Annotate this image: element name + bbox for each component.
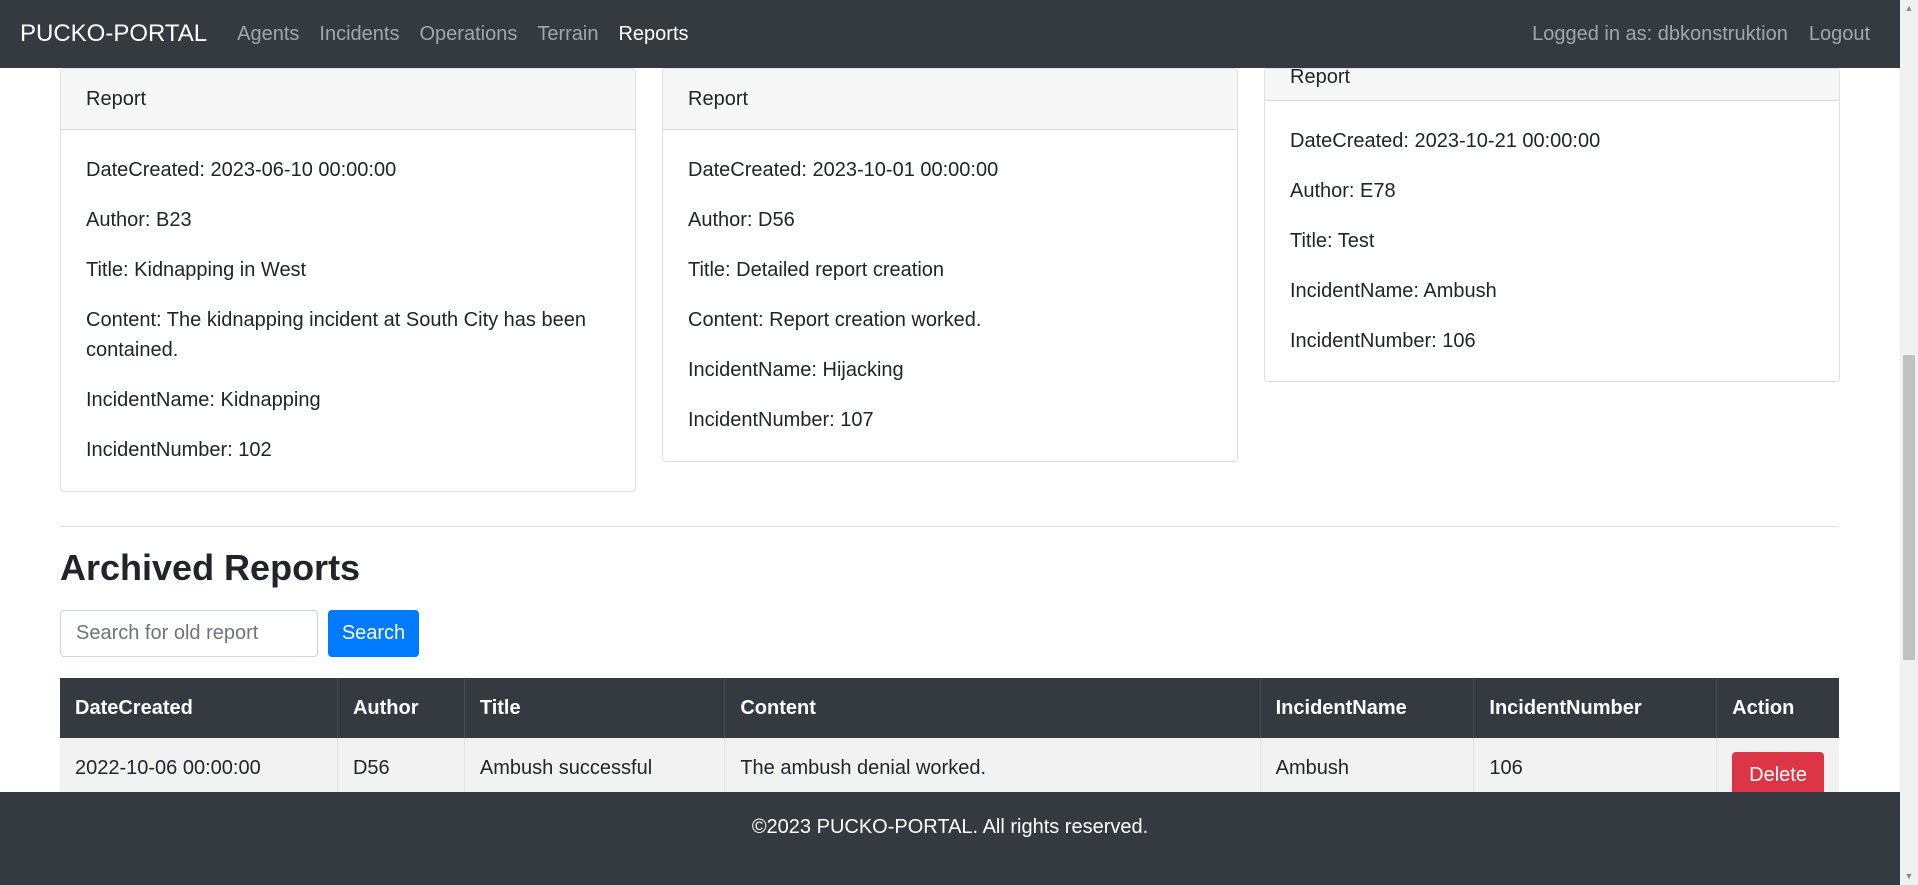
- report-card: Report DateCreated: 2023-10-21 00:00:00 …: [1264, 68, 1840, 382]
- cell-author: D56: [337, 738, 465, 800]
- report-incident-name: IncidentName: Ambush: [1290, 280, 1497, 302]
- report-content: Content: Report creation worked.: [688, 309, 982, 331]
- report-card-body: DateCreated: 2023-06-10 00:00:00 Author:…: [61, 130, 635, 490]
- table-header-row: DateCreated Author Title Content Inciden…: [60, 678, 1839, 738]
- archived-search-input[interactable]: [60, 610, 318, 657]
- table-row: 2022-10-06 00:00:00 D56 Ambush successfu…: [60, 738, 1839, 800]
- cell-content: The ambush denial worked.: [724, 738, 1261, 800]
- report-card-header-label: Report: [1290, 68, 1351, 88]
- report-card-body: DateCreated: 2023-10-21 00:00:00 Author:…: [1265, 101, 1839, 381]
- report-card-header: Report: [1265, 69, 1839, 101]
- column-header-date-created: DateCreated: [60, 678, 338, 738]
- nav-link-incidents[interactable]: Incidents: [319, 23, 399, 46]
- report-card-body: DateCreated: 2023-10-01 00:00:00 Author:…: [663, 130, 1237, 460]
- report-incident-name: IncidentName: Hijacking: [688, 359, 904, 381]
- report-title: Title: Test: [1290, 230, 1375, 252]
- cell-action: Delete: [1716, 738, 1839, 800]
- footer-copyright: ©2023 PUCKO-PORTAL. All rights reserved.: [751, 816, 1149, 838]
- column-header-title: Title: [464, 678, 726, 738]
- nav-link-reports[interactable]: Reports: [618, 23, 688, 46]
- report-incident-number: IncidentNumber: 102: [86, 439, 272, 461]
- nav-link-operations[interactable]: Operations: [419, 23, 517, 46]
- page-scrollbar[interactable]: ▲ ▼: [1900, 0, 1918, 885]
- archived-reports-table: DateCreated Author Title Content Inciden…: [60, 678, 1839, 800]
- scroll-up-arrow-icon[interactable]: ▲: [1900, 0, 1918, 17]
- logout-link[interactable]: Logout: [1809, 23, 1870, 46]
- cell-date-created: 2022-10-06 00:00:00: [60, 738, 338, 800]
- column-header-incident-name: IncidentName: [1260, 678, 1475, 738]
- cell-title: Ambush successful: [464, 738, 726, 800]
- column-header-incident-number: IncidentNumber: [1473, 678, 1718, 738]
- report-card-header: Report: [61, 69, 635, 130]
- cell-incident-name: Ambush: [1260, 738, 1475, 800]
- report-content: Content: The kidnapping incident at Sout…: [86, 309, 586, 361]
- nav-link-terrain[interactable]: Terrain: [537, 23, 598, 46]
- report-date-created: DateCreated: 2023-10-01 00:00:00: [688, 159, 999, 181]
- column-header-author: Author: [337, 678, 465, 738]
- scroll-thumb[interactable]: [1903, 355, 1915, 660]
- report-incident-number: IncidentNumber: 106: [1290, 330, 1476, 352]
- report-card: Report DateCreated: 2023-10-01 00:00:00 …: [662, 68, 1238, 462]
- cell-incident-number: 106: [1473, 738, 1718, 800]
- column-header-action: Action: [1716, 678, 1839, 738]
- top-navbar: PUCKO-PORTAL Agents Incidents Operations…: [0, 0, 1900, 68]
- archived-reports-heading: Archived Reports: [60, 547, 361, 588]
- report-date-created: DateCreated: 2023-10-21 00:00:00: [1290, 130, 1601, 152]
- report-title: Title: Detailed report creation: [688, 259, 945, 281]
- page-footer: ©2023 PUCKO-PORTAL. All rights reserved.: [0, 792, 1900, 885]
- logged-in-label: Logged in as: dbkonstruktion: [1532, 22, 1788, 45]
- report-author: Author: E78: [1290, 180, 1396, 202]
- scroll-down-arrow-icon[interactable]: ▼: [1900, 868, 1918, 885]
- column-header-content: Content: [724, 678, 1261, 738]
- report-title: Title: Kidnapping in West: [86, 259, 307, 281]
- nav-link-agents[interactable]: Agents: [237, 23, 299, 46]
- report-author: Author: B23: [86, 209, 192, 231]
- report-card: Report DateCreated: 2023-06-10 00:00:00 …: [60, 68, 636, 492]
- report-card-header: Report: [663, 69, 1237, 130]
- nav-user-area: Logged in as: dbkonstruktion Logout: [1532, 23, 1880, 46]
- report-incident-number: IncidentNumber: 107: [688, 409, 874, 431]
- section-divider: [60, 526, 1839, 527]
- search-button[interactable]: Search: [328, 610, 419, 657]
- report-author: Author: D56: [688, 209, 795, 231]
- brand-logo[interactable]: PUCKO-PORTAL: [20, 20, 207, 48]
- report-date-created: DateCreated: 2023-06-10 00:00:00: [86, 159, 397, 181]
- report-incident-name: IncidentName: Kidnapping: [86, 389, 321, 411]
